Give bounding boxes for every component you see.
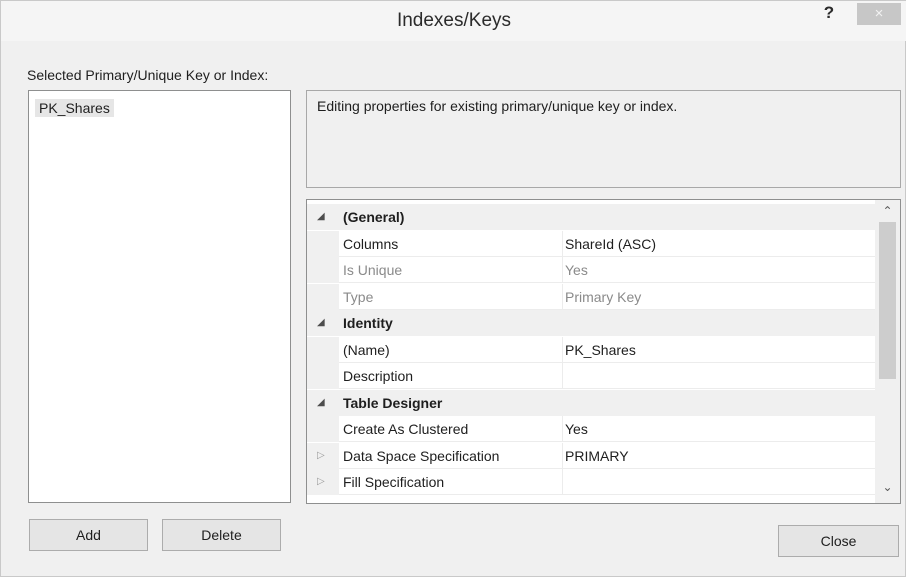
property-category[interactable]: ◢ Table Designer: [307, 389, 875, 416]
property-value: ShareId (ASC): [565, 235, 657, 252]
property-row[interactable]: Description: [307, 363, 875, 389]
collapsed-triangle-icon[interactable]: ▷: [317, 443, 325, 469]
description-panel: Editing properties for existing primary/…: [306, 90, 901, 188]
indexes-keys-dialog: Indexes/Keys ? × Selected Primary/Unique…: [0, 0, 906, 577]
title-bar: Indexes/Keys ? ×: [1, 1, 906, 41]
property-row[interactable]: ▷ Fill Specification: [307, 469, 875, 495]
scroll-down-arrow-icon[interactable]: ⌄: [875, 480, 900, 498]
property-name: (Name): [343, 341, 390, 358]
delete-button[interactable]: Delete: [162, 519, 281, 551]
row-gutter: [307, 230, 339, 257]
selected-key-label: Selected Primary/Unique Key or Index:: [27, 67, 269, 83]
property-row[interactable]: Columns ShareId (ASC): [307, 230, 875, 257]
property-row[interactable]: Create As Clustered Yes: [307, 416, 875, 442]
property-value: Yes: [565, 421, 588, 437]
property-grid: ◢ (General) Columns ShareId (ASC) Is Unique Y…: [306, 199, 901, 504]
collapsed-triangle-icon[interactable]: ▷: [317, 469, 325, 495]
window-title: Indexes/Keys: [396, 10, 512, 31]
close-window-button[interactable]: ×: [857, 3, 901, 25]
property-name: Is Unique: [343, 262, 403, 278]
property-value-cell[interactable]: [563, 363, 875, 389]
property-row[interactable]: ▷ Data Space Specification PRIMARY: [307, 442, 875, 469]
list-item-pk-shares[interactable]: PK_Shares: [35, 99, 114, 117]
property-name: Data Space Specification: [343, 447, 500, 464]
row-gutter: [307, 416, 339, 442]
scroll-thumb[interactable]: [879, 222, 896, 379]
scroll-up-arrow-icon[interactable]: ⌃: [875, 204, 900, 222]
property-value: PRIMARY: [565, 447, 629, 464]
expanded-triangle-icon[interactable]: ◢: [317, 390, 325, 416]
property-name: Create As Clustered: [343, 421, 469, 437]
row-gutter: [307, 336, 339, 363]
property-name: Description: [343, 368, 414, 384]
property-name: Identity: [343, 315, 393, 331]
property-value: PK_Shares: [565, 341, 636, 358]
row-gutter: [307, 283, 339, 310]
property-row[interactable]: Is Unique Yes: [307, 257, 875, 283]
property-name: Table Designer: [343, 394, 443, 411]
property-value-cell[interactable]: [563, 257, 875, 283]
expanded-triangle-icon[interactable]: ◢: [317, 310, 325, 336]
property-name: Type: [343, 288, 374, 305]
property-category[interactable]: ◢ (General): [307, 204, 875, 230]
property-name: Columns: [343, 235, 399, 252]
property-value: Primary Key: [565, 288, 642, 305]
property-value-cell[interactable]: [563, 416, 875, 442]
property-value: Yes: [565, 262, 588, 278]
add-button[interactable]: Add: [29, 519, 148, 551]
expanded-triangle-icon[interactable]: ◢: [317, 204, 325, 230]
row-gutter: [307, 363, 339, 389]
property-name: (General): [343, 209, 405, 225]
property-name: Fill Specification: [343, 474, 445, 490]
property-row[interactable]: Type Primary Key: [307, 283, 875, 310]
close-button[interactable]: Close: [778, 525, 899, 557]
property-row[interactable]: (Name) PK_Shares: [307, 336, 875, 363]
help-button[interactable]: ?: [818, 3, 840, 27]
row-gutter: [307, 257, 339, 283]
key-index-list[interactable]: PK_Shares: [28, 90, 291, 503]
vertical-scrollbar[interactable]: ⌃ ⌄: [875, 200, 900, 503]
close-icon: ×: [874, 5, 884, 22]
property-category[interactable]: ◢ Identity: [307, 310, 875, 336]
property-value-cell[interactable]: [563, 469, 875, 495]
